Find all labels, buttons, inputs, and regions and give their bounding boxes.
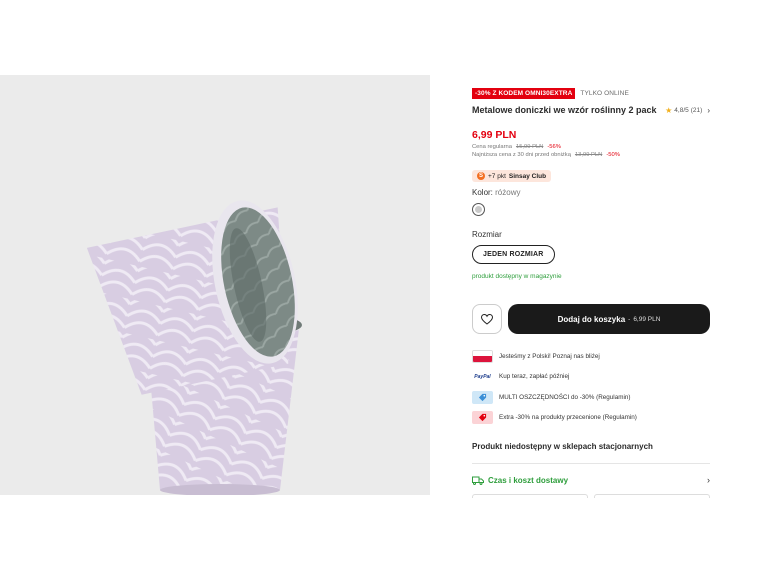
poland-flag-icon <box>472 349 493 363</box>
info-item-text: MULTI OSZCZĘDNOŚCI do -30% (Regulamin) <box>499 393 631 401</box>
promo-code-badge: -30% Z KODEM OMNI30EXTRA <box>472 88 576 99</box>
lowest-price-line: Najniższa cena z 30 dni przed obniżką 13… <box>472 152 710 158</box>
regular-price-label: Cena regularna <box>472 144 512 150</box>
truck-icon <box>472 476 484 485</box>
info-item-text: Jesteśmy z Polski! Poznaj nas bliżej <box>499 352 600 360</box>
club-icon: S <box>477 172 485 180</box>
info-item-text: Kup teraz, zapłać później <box>499 373 570 381</box>
info-item-text: Extra -30% na produkty przecenione (Regu… <box>499 414 637 422</box>
color-swatch-pink[interactable] <box>472 203 485 216</box>
add-to-cart-price: 6,99 PLN <box>633 315 661 323</box>
add-to-cart-label: Dodaj do koszyka <box>557 314 626 324</box>
bottom-tabs <box>472 494 710 498</box>
tab-card[interactable] <box>594 494 710 498</box>
wishlist-button[interactable] <box>472 304 502 334</box>
tab-card[interactable] <box>472 494 588 498</box>
divider <box>472 463 710 464</box>
color-value: różowy <box>495 188 521 197</box>
club-name: Sinsay Club <box>508 172 547 180</box>
extra-discount-icon <box>472 411 493 425</box>
star-icon: ★ <box>665 106 673 115</box>
info-list: Jesteśmy z Polski! Poznaj nas bliżej Pay… <box>472 346 710 428</box>
regular-price: 15,99 PLN <box>515 144 544 150</box>
product-info-panel: -30% Z KODEM OMNI30EXTRA TYLKO ONLINE Me… <box>472 88 710 498</box>
store-availability-heading: Produkt niedostępny w sklepach stacjonar… <box>472 442 653 451</box>
regular-discount: -56% <box>547 144 561 150</box>
size-option-button[interactable]: JEDEN ROZMIAR <box>472 245 555 264</box>
add-to-cart-separator: - <box>628 315 631 323</box>
add-to-cart-button[interactable]: Dodaj do koszyka - 6,99 PLN <box>508 304 710 334</box>
club-points: +7 pkt <box>488 172 506 180</box>
flower-pots-illustration <box>86 200 302 495</box>
paypal-icon: PayPal <box>474 373 491 380</box>
regular-price-line: Cena regularna 15,99 PLN -56% <box>472 144 710 150</box>
lowest-price-label: Najniższa cena z 30 dni przed obniżką <box>472 152 571 158</box>
delivery-label: Czas i koszt dostawy <box>488 475 569 485</box>
color-label: Kolor: <box>472 188 493 197</box>
size-label: Rozmiar <box>472 230 502 239</box>
heart-icon <box>481 313 493 325</box>
info-item-extra-discount[interactable]: Extra -30% na produkty przecenione (Regu… <box>472 408 710 429</box>
info-item-paypal[interactable]: PayPal Kup teraz, zapłać później <box>472 367 710 388</box>
club-points-badge[interactable]: S +7 pkt Sinsay Club <box>472 170 552 182</box>
lowest-discount: -50% <box>606 152 620 158</box>
availability-status: produkt dostępny w magazynie <box>472 273 562 280</box>
delivery-info-row[interactable]: Czas i koszt dostawy › <box>472 475 710 485</box>
rating-link[interactable]: ★ 4,8/5 (21) › <box>665 106 710 115</box>
rating-value: 4,8/5 <box>674 107 689 114</box>
rating-count: (21) <box>690 107 703 114</box>
online-only-badge: TYLKO ONLINE <box>580 90 629 97</box>
info-item-poland[interactable]: Jesteśmy z Polski! Poznaj nas bliżej <box>472 346 710 367</box>
lowest-price: 13,99 PLN <box>574 152 603 158</box>
color-row: Kolor: różowy <box>472 188 710 197</box>
badges-row: -30% Z KODEM OMNI30EXTRA TYLKO ONLINE <box>472 88 710 99</box>
info-item-multi-savings[interactable]: MULTI OSZCZĘDNOŚCI do -30% (Regulamin) <box>472 387 710 408</box>
chevron-right-icon: › <box>707 475 710 485</box>
product-image[interactable] <box>0 75 430 495</box>
chevron-right-icon: › <box>707 106 710 115</box>
current-price: 6,99 PLN <box>472 129 517 141</box>
multi-savings-icon <box>472 390 493 404</box>
product-title: Metalowe doniczki we wzór roślinny 2 pac… <box>472 105 657 115</box>
